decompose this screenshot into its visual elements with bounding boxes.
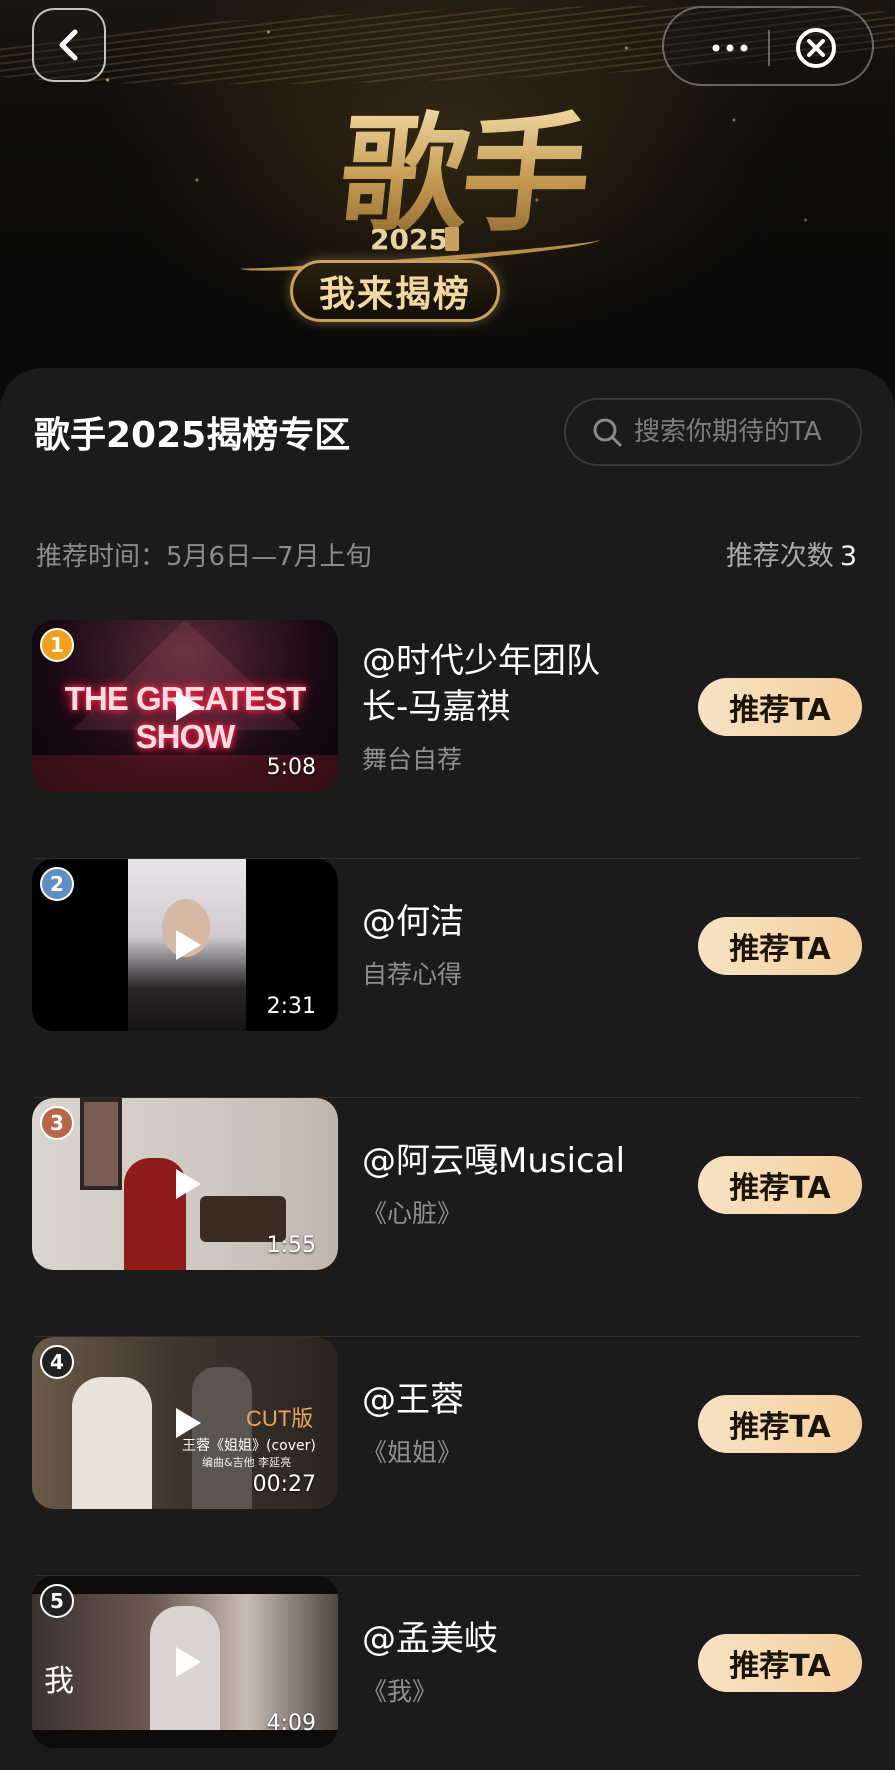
candidate-subtitle: 自荐心得 [362,960,463,989]
candidate-name[interactable]: @阿云嘎Musical [362,1138,662,1184]
candidate-subtitle: 舞台自荐 [362,745,463,774]
play-icon [176,930,201,960]
candidate-name[interactable]: @何洁 [362,899,662,945]
logo-year-badge [445,227,459,251]
video-duration: 00:27 [252,1472,316,1497]
list-item: THE GREATEST SHOW 1 5:08 @时代少年团队长-马嘉祺 舞台… [0,620,895,859]
video-thumbnail[interactable]: 我 5 4:09 [32,1576,338,1748]
page-title: 歌手2025揭榜专区 [34,415,351,456]
video-thumbnail[interactable]: THE GREATEST SHOW 1 5:08 [32,620,338,792]
rank-badge: 1 [40,628,74,662]
recommend-button[interactable]: 推荐TA [698,917,862,975]
logo-subtitle: 我来揭榜 [290,260,500,322]
show-logo: 歌手 2025 我来揭榜 [239,95,640,365]
rank-badge: 3 [40,1106,74,1140]
video-duration: 5:08 [266,755,316,780]
video-duration: 2:31 [266,994,316,1019]
list-item: 2 2:31 @何洁 自荐心得 推荐TA [0,859,895,1098]
candidate-name[interactable]: @王蓉 [362,1377,662,1423]
rank-badge: 2 [40,867,74,901]
play-icon [176,691,201,721]
search-box[interactable] [564,398,862,466]
recommend-button[interactable]: 推荐TA [698,1156,862,1214]
thumbnail-title: 我 [44,1664,74,1699]
search-input[interactable] [634,417,854,447]
recommend-button[interactable]: 推荐TA [698,1395,862,1453]
close-icon [796,28,836,68]
item-info: @阿云嘎Musical 《心脏》 [362,1138,662,1230]
back-button[interactable] [32,8,106,82]
chevron-left-icon [59,29,78,61]
candidate-list: THE GREATEST SHOW 1 5:08 @时代少年团队长-马嘉祺 舞台… [0,620,895,1770]
list-item: CUT版 王蓉《姐姐》(cover) 编曲&吉他 李延亮 4 00:27 @王蓉… [0,1337,895,1576]
play-icon [176,1169,201,1199]
thumbnail-frame [80,1098,122,1190]
play-icon [176,1647,201,1677]
video-thumbnail[interactable]: 3 1:55 [32,1098,338,1270]
video-duration: 4:09 [266,1711,316,1736]
video-duration: 1:55 [266,1233,316,1258]
list-item: 3 1:55 @阿云嘎Musical 《心脏》 推荐TA [0,1098,895,1337]
logo-year: 2025 [370,223,448,256]
candidate-subtitle: 《我》 [362,1677,438,1706]
content-panel: 歌手2025揭榜专区 推荐时间：5月6日—7月上旬 推荐次数3 THE GREA… [0,368,895,1770]
item-info: @王蓉 《姐姐》 [362,1377,662,1469]
search-icon [593,418,622,447]
candidate-subtitle: 《心脏》 [362,1199,463,1228]
item-info: @何洁 自荐心得 [362,899,662,991]
recommend-count-label: 推荐次数 [725,541,834,572]
rank-badge: 4 [40,1345,74,1379]
thumbnail-badge: CUT版 [246,1406,314,1431]
recommend-button[interactable]: 推荐TA [698,1634,862,1692]
thumbnail-figure [72,1377,152,1509]
video-thumbnail[interactable]: CUT版 王蓉《姐姐》(cover) 编曲&吉他 李延亮 4 00:27 [32,1337,338,1509]
candidate-subtitle: 《姐姐》 [362,1438,463,1467]
rank-badge: 5 [40,1584,74,1618]
list-item: 我 5 4:09 @孟美岐 《我》 推荐TA [0,1576,895,1770]
play-icon [176,1408,201,1438]
mini-program-capsule [662,6,874,86]
candidate-name[interactable]: @孟美岐 [362,1616,662,1662]
candidate-name[interactable]: @时代少年团队长-马嘉祺 [362,638,612,730]
recommend-button[interactable]: 推荐TA [698,678,862,736]
close-button[interactable] [794,26,838,70]
more-button[interactable] [700,30,760,66]
more-dots-icon [712,44,748,52]
recommend-count: 推荐次数 3 [726,534,857,573]
thumbnail-credit: 编曲&吉他 李延亮 [202,1456,292,1469]
capsule-divider [768,30,770,66]
video-thumbnail[interactable]: 2 2:31 [32,859,338,1031]
item-info: @孟美岐 《我》 [362,1616,662,1708]
recommend-count-value: 3 [839,541,857,572]
recommend-time: 推荐时间：5月6日—7月上旬 [36,542,372,572]
item-info: @时代少年团队长-马嘉祺 舞台自荐 [362,638,662,776]
